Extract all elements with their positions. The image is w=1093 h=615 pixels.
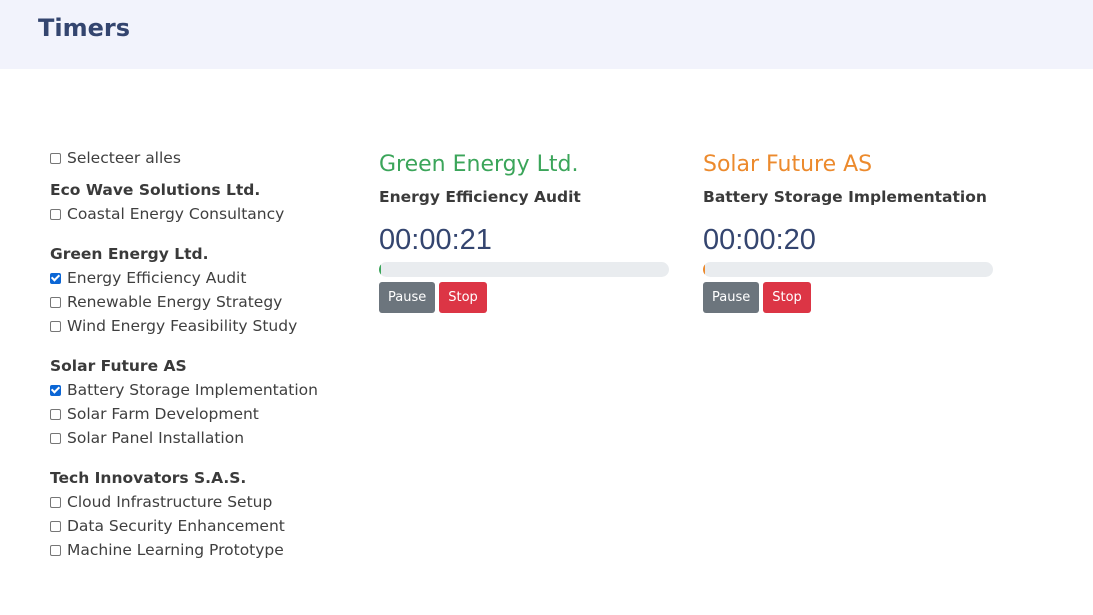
client-group-title: Solar Future AS <box>50 357 187 375</box>
timer-progress-fill <box>703 262 706 277</box>
project-label: Solar Panel Installation <box>67 429 245 447</box>
project-checkbox[interactable] <box>50 408 61 420</box>
project-label: Machine Learning Prototype <box>67 541 284 559</box>
select-all-row[interactable]: Selecteer alles <box>50 146 350 170</box>
timer-task-name: Battery Storage Implementation <box>703 188 987 206</box>
client-group-title: Green Energy Ltd. <box>50 245 209 263</box>
project-checkbox[interactable] <box>50 520 61 532</box>
project-item[interactable]: Solar Panel Installation <box>50 426 350 450</box>
project-item[interactable]: Wind Energy Feasibility Study <box>50 314 350 338</box>
page-title: Timers <box>38 14 131 42</box>
timer-progress-fill <box>379 262 382 277</box>
select-all-checkbox[interactable] <box>50 152 61 164</box>
project-item[interactable]: Renewable Energy Strategy <box>50 290 350 314</box>
pause-button[interactable]: Pause <box>379 282 436 313</box>
project-checkbox[interactable] <box>50 320 61 332</box>
project-checkbox[interactable] <box>50 432 61 444</box>
stop-button[interactable]: Stop <box>763 282 811 313</box>
project-item[interactable]: Cloud Infrastructure Setup <box>50 490 350 514</box>
project-checkbox[interactable] <box>50 296 61 308</box>
timer-task-name: Energy Efficiency Audit <box>379 188 581 206</box>
project-label: Energy Efficiency Audit <box>67 269 247 287</box>
client-group-title: Tech Innovators S.A.S. <box>50 469 247 487</box>
timer-client-name: Solar Future AS <box>703 152 873 177</box>
project-item[interactable]: Coastal Energy Consultancy <box>50 202 350 226</box>
project-checkbox[interactable] <box>50 544 61 556</box>
timer-elapsed-time: 00:00:20 <box>703 224 816 256</box>
project-checkbox[interactable] <box>50 272 61 284</box>
client-group: Green Energy Ltd. Energy Efficiency Audit… <box>50 242 350 338</box>
timer-card-green-energy: Green Energy Ltd. Energy Efficiency Audi… <box>379 150 679 313</box>
project-item[interactable]: Battery Storage Implementation <box>50 378 350 402</box>
select-all-label: Selecteer alles <box>67 149 181 167</box>
project-checkbox[interactable] <box>50 208 61 220</box>
timer-card-solar-future: Solar Future AS Battery Storage Implemen… <box>703 150 1003 313</box>
client-group: Eco Wave Solutions Ltd. Coastal Energy Co… <box>50 178 350 226</box>
project-item[interactable]: Energy Efficiency Audit <box>50 266 350 290</box>
project-label: Wind Energy Feasibility Study <box>67 317 298 335</box>
page-header: Timers <box>0 0 1093 69</box>
project-selector: Selecteer alles Eco Wave Solutions Ltd. C… <box>50 146 350 562</box>
project-item[interactable]: Data Security Enhancement <box>50 514 350 538</box>
project-label: Renewable Energy Strategy <box>67 293 283 311</box>
timer-progress-bar <box>379 262 669 277</box>
project-checkbox[interactable] <box>50 496 61 508</box>
project-label: Solar Farm Development <box>67 405 259 423</box>
stop-button[interactable]: Stop <box>439 282 487 313</box>
timer-progress-bar <box>703 262 993 277</box>
project-label: Coastal Energy Consultancy <box>67 205 285 223</box>
pause-button[interactable]: Pause <box>703 282 760 313</box>
client-group: Tech Innovators S.A.S. Cloud Infrastructu… <box>50 466 350 562</box>
client-group: Solar Future AS Battery Storage Implement… <box>50 354 350 450</box>
project-item[interactable]: Solar Farm Development <box>50 402 350 426</box>
project-label: Data Security Enhancement <box>67 517 285 535</box>
timer-elapsed-time: 00:00:21 <box>379 224 492 256</box>
timer-client-name: Green Energy Ltd. <box>379 152 579 177</box>
project-label: Battery Storage Implementation <box>67 381 318 399</box>
project-label: Cloud Infrastructure Setup <box>67 493 273 511</box>
client-group-title: Eco Wave Solutions Ltd. <box>50 181 261 199</box>
project-checkbox[interactable] <box>50 384 61 396</box>
project-item[interactable]: Machine Learning Prototype <box>50 538 350 562</box>
